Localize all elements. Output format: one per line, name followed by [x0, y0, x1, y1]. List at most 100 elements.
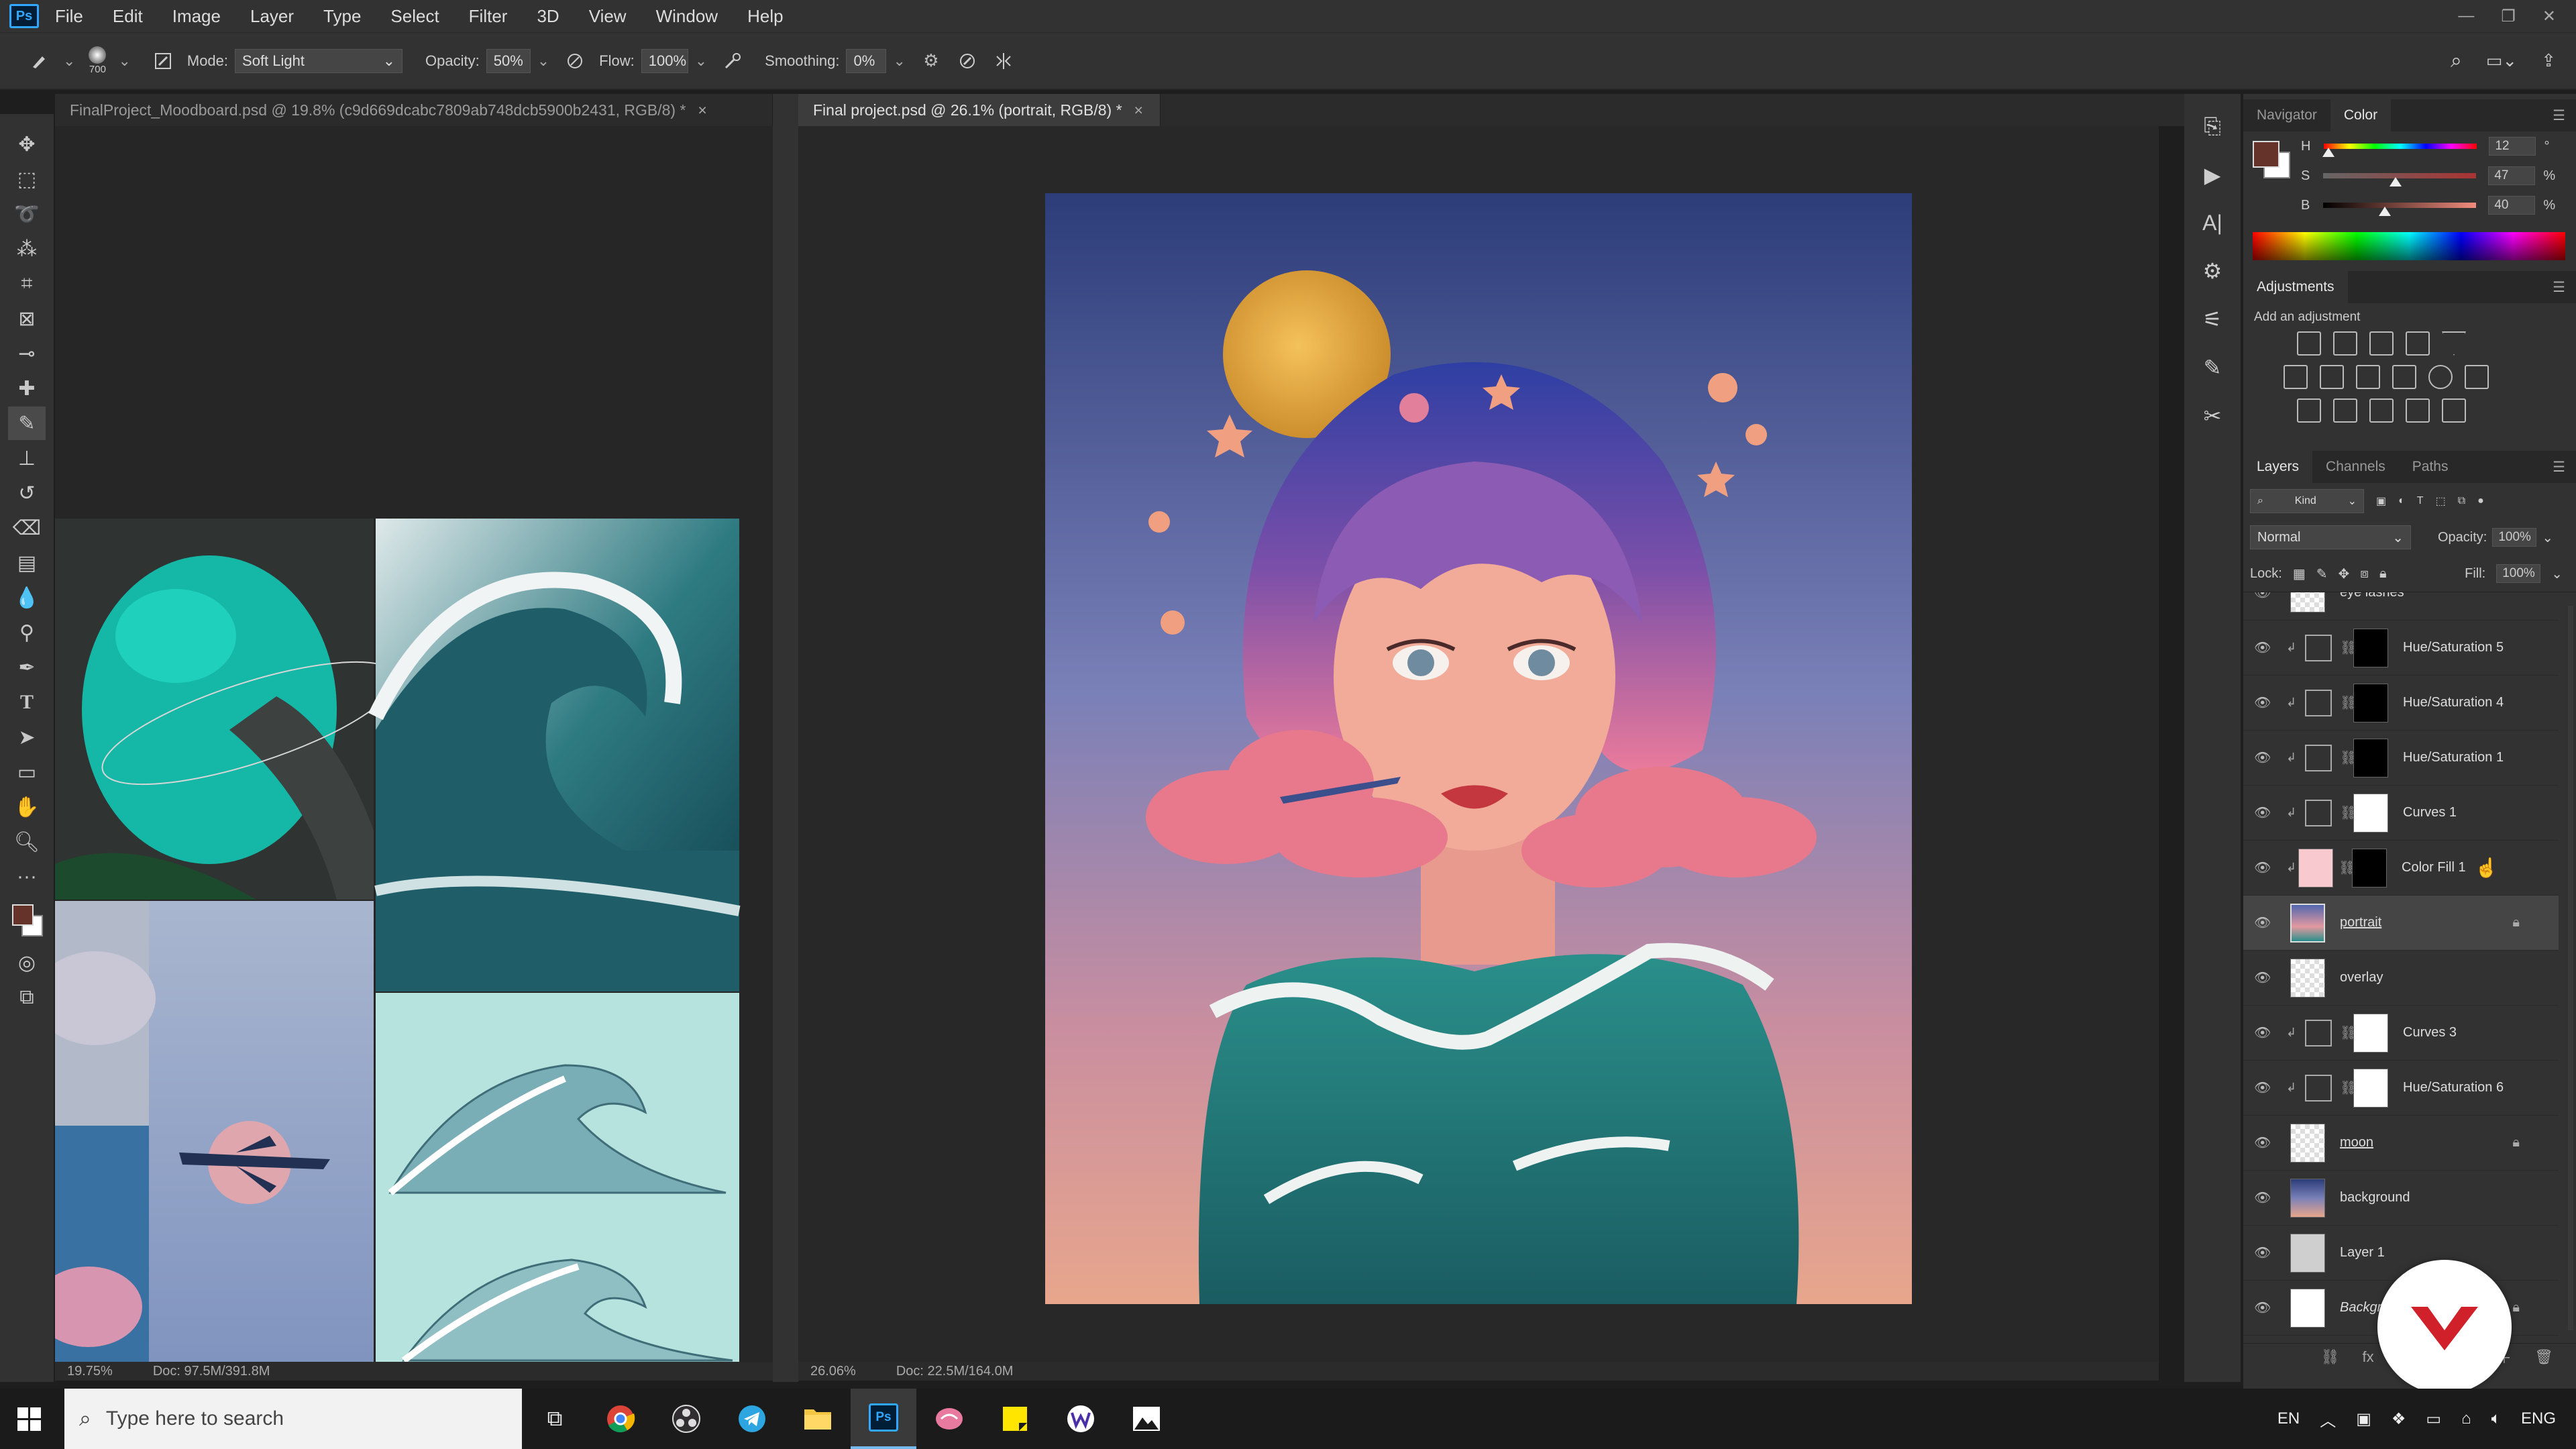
- gradient-map-icon[interactable]: [2442, 398, 2466, 423]
- layer-row[interactable]: 👁︎ ↲ ⛓ Hue/Saturation 5: [2243, 621, 2559, 676]
- brush-settings-panel-icon[interactable]: ✎: [2204, 355, 2222, 380]
- moodboard-canvas[interactable]: 19.75% Doc: 97.5M/391.8M: [55, 126, 773, 1381]
- layer-row[interactable]: 👁︎ ↲ ⛓ Curves 1: [2243, 786, 2559, 841]
- close-window-icon[interactable]: ✕: [2542, 7, 2556, 26]
- layer-opacity-chevron-icon[interactable]: ⌄: [2542, 529, 2553, 546]
- tray-keyboard-layout[interactable]: ENG: [2521, 1409, 2556, 1428]
- menu-select[interactable]: Select: [390, 6, 439, 27]
- w-app-icon[interactable]: [1048, 1389, 1114, 1449]
- brain-app-icon[interactable]: [916, 1389, 982, 1449]
- menu-window[interactable]: Window: [656, 6, 718, 27]
- opacity-input[interactable]: 50%: [486, 48, 531, 73]
- windows-start-icon[interactable]: [17, 1407, 42, 1435]
- tab-final-project[interactable]: Final project.psd @ 26.1% (portrait, RGB…: [798, 94, 1161, 126]
- panel-menu-icon[interactable]: ☰: [2553, 107, 2565, 124]
- layer-row[interactable]: 👁︎ ↲ ⛓ Hue/Saturation 6: [2243, 1061, 2559, 1116]
- frame-tool-icon[interactable]: ⊠: [8, 302, 46, 335]
- tray-overflow-icon[interactable]: ︿: [2320, 1407, 2336, 1431]
- layer-row[interactable]: 👁︎ moon 🔒︎: [2243, 1116, 2559, 1171]
- color-balance-icon[interactable]: [2320, 365, 2344, 389]
- dropbox-icon[interactable]: ❖: [2392, 1409, 2406, 1429]
- color-spectrum-ramp[interactable]: [2253, 232, 2565, 260]
- layer-mask-thumbnail[interactable]: [2353, 683, 2388, 722]
- file-explorer-icon[interactable]: [785, 1389, 851, 1449]
- layer-row[interactable]: 👁︎ ↲ ⛓ Curves 3: [2243, 1006, 2559, 1061]
- share-icon[interactable]: ⇪: [2541, 50, 2556, 71]
- tray-display-icon[interactable]: ▭: [2426, 1409, 2441, 1429]
- lock-image-icon[interactable]: ✎: [2316, 566, 2328, 582]
- hand-tool-icon[interactable]: ✋: [8, 790, 46, 824]
- visibility-eye-icon[interactable]: 👁︎: [2254, 1079, 2274, 1096]
- quick-mask-icon[interactable]: ◎: [8, 946, 46, 979]
- photoshop-taskbar-icon[interactable]: Ps: [851, 1389, 916, 1449]
- visibility-eye-icon[interactable]: 👁︎: [2254, 749, 2274, 766]
- saturation-thumb[interactable]: [2389, 177, 2402, 186]
- brush-chevron-icon[interactable]: ⌄: [118, 52, 130, 70]
- color-panel-foreground-swatch[interactable]: [2253, 141, 2279, 168]
- layer-mask-thumbnail[interactable]: [2353, 1068, 2388, 1108]
- brush-settings-icon[interactable]: [151, 49, 175, 73]
- menu-type[interactable]: Type: [323, 6, 361, 27]
- marquee-tool-icon[interactable]: ⬚: [8, 162, 46, 196]
- visibility-eye-icon[interactable]: 👁︎: [2254, 592, 2274, 601]
- mask-link-icon[interactable]: ⛓: [2340, 1024, 2357, 1041]
- visibility-eye-icon[interactable]: 👁︎: [2254, 969, 2274, 986]
- layer-blend-mode-select[interactable]: Normal ⌄: [2250, 525, 2411, 549]
- threshold-icon[interactable]: [2369, 398, 2394, 423]
- character-icon[interactable]: A|: [2202, 211, 2222, 235]
- photo-filter-icon[interactable]: [2392, 365, 2416, 389]
- tray-app-icon[interactable]: ▣: [2356, 1409, 2371, 1429]
- layer-kind-filter[interactable]: ⌕ Kind ⌄: [2250, 489, 2364, 513]
- lock-all-icon[interactable]: 🔒︎: [2379, 566, 2387, 582]
- layer-row[interactable]: 👁︎ eye lashes: [2243, 592, 2559, 621]
- brightness-value-input[interactable]: 40: [2488, 196, 2536, 215]
- saturation-value-input[interactable]: 47: [2488, 166, 2536, 185]
- layer-opacity-input[interactable]: 100%: [2492, 528, 2537, 547]
- hue-value-input[interactable]: 12: [2489, 137, 2536, 156]
- layer-row[interactable]: 👁︎ Layer 1: [2243, 1226, 2559, 1281]
- panel-menu-icon[interactable]: ☰: [2553, 279, 2565, 296]
- history-icon[interactable]: ⎘: [2204, 114, 2221, 140]
- menu-3d[interactable]: 3D: [537, 6, 559, 27]
- symmetry-icon[interactable]: [991, 49, 1016, 73]
- menu-view[interactable]: View: [589, 6, 627, 27]
- path-selection-tool-icon[interactable]: ➤: [8, 720, 46, 754]
- restore-icon[interactable]: ❐: [2501, 7, 2516, 26]
- smoothing-chevron-icon[interactable]: ⌄: [893, 52, 905, 70]
- pressure-size-icon[interactable]: [955, 49, 979, 73]
- flow-chevron-icon[interactable]: ⌄: [695, 52, 707, 70]
- gradient-tool-icon[interactable]: ▤: [8, 546, 46, 580]
- hue-slider[interactable]: [2322, 144, 2477, 157]
- tool-preset-chevron-icon[interactable]: ⌄: [63, 52, 75, 70]
- zoom-tool-icon[interactable]: 🔍︎: [8, 825, 46, 859]
- menu-layer[interactable]: Layer: [250, 6, 294, 27]
- chrome-icon[interactable]: [588, 1389, 653, 1449]
- type-tool-icon[interactable]: T: [8, 686, 46, 719]
- layer-mask-thumbnail[interactable]: [2352, 848, 2387, 888]
- magic-wand-tool-icon[interactable]: ⁂: [8, 232, 46, 266]
- tab-layers[interactable]: Layers: [2243, 451, 2313, 483]
- lock-artboard-icon[interactable]: ⧈: [2360, 566, 2369, 582]
- rectangle-tool-icon[interactable]: ▭: [8, 755, 46, 789]
- layer-row[interactable]: 👁︎ background: [2243, 1171, 2559, 1226]
- brush-tool-icon[interactable]: [27, 49, 51, 73]
- airbrush-icon[interactable]: [720, 49, 745, 73]
- visibility-eye-icon[interactable]: 👁︎: [2254, 1024, 2274, 1041]
- pressure-opacity-icon[interactable]: [563, 49, 587, 73]
- task-view-icon[interactable]: ⧉: [522, 1389, 588, 1449]
- menu-file[interactable]: File: [55, 6, 83, 27]
- menu-filter[interactable]: Filter: [469, 6, 508, 27]
- brush-preset-picker[interactable]: 700: [89, 46, 107, 75]
- mask-link-icon[interactable]: ⛓: [2339, 859, 2355, 876]
- opacity-chevron-icon[interactable]: ⌄: [537, 52, 549, 70]
- tab-channels[interactable]: Channels: [2312, 451, 2399, 483]
- taskbar-search-box[interactable]: ⌕ Type here to search: [64, 1389, 522, 1449]
- layer-style-fx-icon[interactable]: fx: [2363, 1348, 2374, 1366]
- channel-mixer-icon[interactable]: [2428, 365, 2453, 389]
- clone-stamp-tool-icon[interactable]: ⊥: [8, 441, 46, 475]
- vibrance-icon[interactable]: [2442, 331, 2466, 356]
- visibility-eye-icon[interactable]: 👁︎: [2254, 1299, 2274, 1316]
- network-icon[interactable]: ⌂: [2461, 1409, 2471, 1428]
- visibility-eye-icon[interactable]: 👁︎: [2254, 1189, 2274, 1206]
- lock-position-icon[interactable]: ✥: [2338, 566, 2349, 582]
